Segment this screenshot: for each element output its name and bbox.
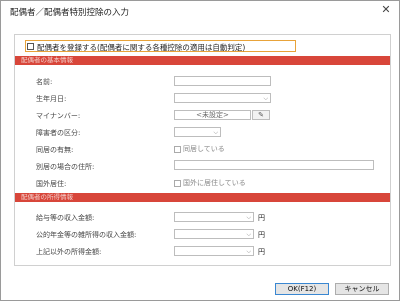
my-number-field: <未設定>: [174, 110, 251, 120]
section-basic-info: 配偶者の基本情報: [15, 56, 390, 65]
other-income-unit: 円: [258, 248, 265, 256]
cohabitation-checkbox[interactable]: 同居している: [174, 144, 225, 154]
pension-unit: 円: [258, 231, 265, 239]
separate-address-label: 別居の場合の住所:: [36, 163, 95, 171]
residence-abroad-label: 国外居住:: [36, 180, 67, 188]
checkbox-box[interactable]: [27, 42, 34, 50]
birthdate-label: 生年月日:: [36, 95, 67, 103]
birthdate-select[interactable]: ⌵: [174, 93, 271, 103]
other-income-label: 上記以外の所得金額:: [36, 248, 102, 256]
chevron-down-icon: ⌵: [263, 95, 268, 102]
window-title: 配偶者／配偶者特別控除の入力: [10, 8, 130, 18]
pension-select[interactable]: ⌵: [174, 229, 254, 239]
disability-select[interactable]: ⌵: [174, 127, 221, 137]
pension-label: 公的年金等の雑所得の収入金額:: [36, 231, 137, 239]
cancel-button[interactable]: キャンセル: [335, 283, 389, 295]
salary-unit: 円: [258, 214, 265, 222]
chevron-down-icon: ⌵: [213, 129, 218, 136]
section-income-info: 配偶者の所得情報: [15, 193, 390, 202]
my-number-label: マイナンバー:: [36, 112, 81, 120]
chevron-down-icon: ⌵: [246, 214, 251, 221]
disability-label: 障害者の区分:: [36, 129, 81, 137]
residence-abroad-text: 国外に居住している: [183, 179, 246, 187]
residence-abroad-checkbox[interactable]: 国外に居住している: [174, 178, 246, 188]
chevron-down-icon: ⌵: [246, 231, 251, 238]
cohabitation-label: 同居の有無:: [36, 146, 74, 154]
chevron-down-icon: ⌵: [246, 248, 251, 255]
salary-select[interactable]: ⌵: [174, 212, 254, 222]
title-bar: 配偶者／配偶者特別控除の入力 ✕: [1, 1, 399, 21]
close-icon[interactable]: ✕: [379, 3, 393, 17]
name-label: 名前:: [36, 78, 53, 86]
dialog-window: 配偶者／配偶者特別控除の入力 ✕ 配偶者を登録する(配偶者に関する各種控除の適用…: [0, 0, 400, 301]
edit-my-number-button[interactable]: ✎: [252, 110, 270, 120]
other-income-select[interactable]: ⌵: [174, 246, 254, 256]
pencil-icon: ✎: [258, 111, 264, 119]
cohabitation-text: 同居している: [183, 145, 225, 153]
checkbox-box[interactable]: [174, 145, 181, 153]
ok-button[interactable]: OK(F12): [275, 283, 329, 295]
checkbox-box[interactable]: [174, 179, 181, 187]
register-spouse-label: 配偶者を登録する(配偶者に関する各種控除の適用は自動判定): [37, 42, 246, 52]
form-panel: 配偶者を登録する(配偶者に関する各種控除の適用は自動判定) 配偶者の基本情報 名…: [14, 34, 391, 266]
register-spouse-checkbox[interactable]: 配偶者を登録する(配偶者に関する各種控除の適用は自動判定): [25, 40, 296, 52]
salary-label: 給与等の収入金額:: [36, 214, 95, 222]
separate-address-input[interactable]: [174, 160, 374, 170]
name-input[interactable]: [174, 76, 271, 86]
